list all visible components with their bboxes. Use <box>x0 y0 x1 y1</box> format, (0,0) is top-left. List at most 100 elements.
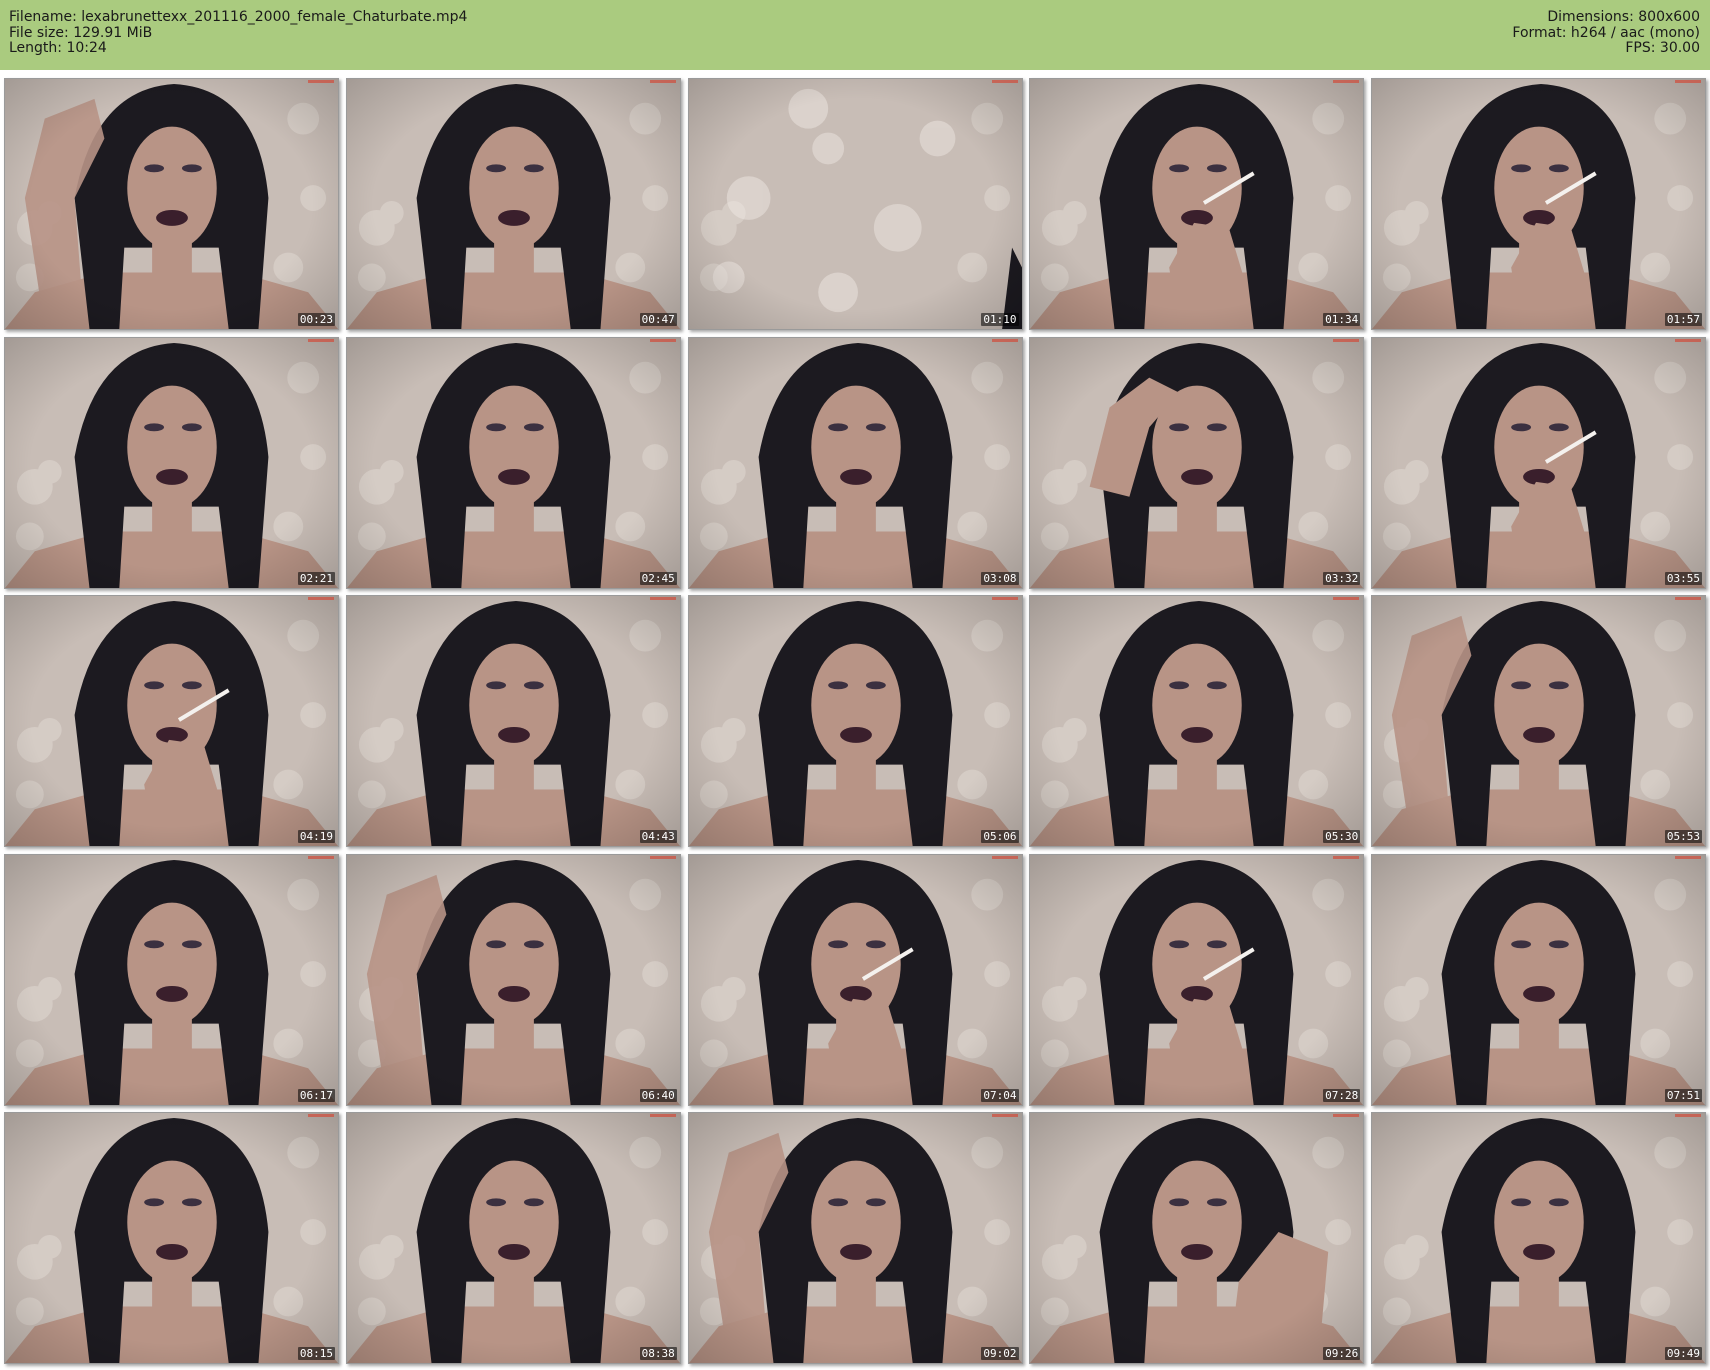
filename-text: Filename: lexabrunettexx_201116_2000_fem… <box>9 9 468 25</box>
frame-image <box>5 79 338 329</box>
watermark-mark <box>1675 1114 1701 1117</box>
watermark-mark <box>991 855 1018 859</box>
video-thumbnail: 07:28 <box>1029 853 1365 1106</box>
timestamp-label: 05:53 <box>1664 830 1702 843</box>
watermark-mark <box>308 1114 334 1117</box>
video-thumbnail: 00:23 <box>4 78 339 330</box>
frame-image <box>1372 854 1705 1105</box>
video-thumbnail: 08:15 <box>4 1112 339 1364</box>
watermark-mark <box>649 338 676 342</box>
watermark-mark <box>991 597 1018 600</box>
video-thumbnail: 05:53 <box>1371 595 1706 847</box>
timestamp-label: 00:23 <box>297 313 335 326</box>
timestamp-label: 01:57 <box>1664 313 1702 326</box>
timestamp-label: 07:28 <box>1323 1088 1361 1102</box>
watermark-mark <box>1333 1114 1360 1117</box>
watermark-mark <box>1333 80 1360 83</box>
watermark-mark <box>308 855 334 859</box>
timestamp-label: 03:08 <box>981 571 1019 585</box>
timestamp-label: 05:30 <box>1323 830 1361 843</box>
timestamp-label: 01:34 <box>1323 313 1361 326</box>
video-thumbnail: 01:10 <box>687 78 1023 330</box>
video-thumbnail: 09:02 <box>687 1112 1023 1364</box>
video-thumbnail: 03:55 <box>1371 336 1706 589</box>
timestamp-label: 02:21 <box>297 571 335 585</box>
timestamp-label: 03:32 <box>1323 571 1361 585</box>
filesize-text: File size: 129.91 MiB <box>9 24 153 41</box>
length-text: Length: 10:24 <box>9 40 107 56</box>
frame-image <box>346 337 680 588</box>
watermark-mark <box>1675 338 1701 342</box>
frame-image <box>688 1113 1022 1363</box>
timestamp-label: 07:51 <box>1664 1088 1702 1102</box>
watermark-mark <box>1333 855 1360 859</box>
timestamp-label: 04:43 <box>639 830 677 843</box>
frame-image <box>688 596 1022 846</box>
video-thumbnail: 02:45 <box>345 336 681 589</box>
timestamp-label: 09:49 <box>1664 1347 1702 1360</box>
video-thumbnail: 03:32 <box>1029 336 1365 589</box>
frame-image <box>346 854 680 1105</box>
watermark-mark <box>1333 338 1360 342</box>
watermark-mark <box>1675 80 1701 83</box>
fps-text: FPS: 30.00 <box>1625 40 1700 56</box>
watermark-mark <box>649 80 676 83</box>
frame-image <box>346 596 680 846</box>
watermark-mark <box>649 597 676 600</box>
timestamp-label: 08:38 <box>639 1347 677 1360</box>
watermark-mark <box>308 338 334 342</box>
video-thumbnail: 00:47 <box>345 78 681 330</box>
stream-info: Dimensions: 800x600 Format: h264 / aac (… <box>1512 9 1700 57</box>
frame-image <box>1030 1113 1364 1363</box>
timestamp-label: 04:19 <box>297 830 335 843</box>
watermark-mark <box>1675 597 1701 600</box>
thumbnail-grid: 00:23 00:47 01:10 01:34 01:57 02:21 02:4… <box>4 78 1706 1364</box>
timestamp-label: 02:45 <box>639 571 677 585</box>
video-thumbnail: 06:40 <box>345 853 681 1106</box>
watermark-mark <box>991 1114 1018 1117</box>
frame-image <box>346 79 680 329</box>
frame-image <box>1030 854 1364 1105</box>
frame-image <box>5 1113 338 1363</box>
video-thumbnail: 07:04 <box>687 853 1023 1106</box>
frame-image <box>1030 596 1364 846</box>
frame-image <box>5 854 338 1105</box>
watermark-mark <box>308 597 334 600</box>
timestamp-label: 00:47 <box>639 313 677 326</box>
frame-image <box>688 79 1022 329</box>
video-thumbnail: 02:21 <box>4 336 339 589</box>
frame-image <box>688 854 1022 1105</box>
video-thumbnail: 01:34 <box>1029 78 1365 330</box>
watermark-mark <box>991 80 1018 83</box>
watermark-mark <box>1333 597 1360 600</box>
frame-image <box>1372 1113 1705 1363</box>
frame-image <box>688 337 1022 588</box>
timestamp-label: 03:55 <box>1664 571 1702 585</box>
video-thumbnail: 04:19 <box>4 595 339 847</box>
frame-image <box>346 1113 680 1363</box>
video-thumbnail: 04:43 <box>345 595 681 847</box>
timestamp-label: 08:15 <box>297 1347 335 1360</box>
dimensions-text: Dimensions: 800x600 <box>1547 9 1700 25</box>
info-header: Filename: lexabrunettexx_201116_2000_fem… <box>0 0 1710 70</box>
frame-image <box>1372 337 1705 588</box>
timestamp-label: 09:26 <box>1323 1347 1361 1360</box>
timestamp-label: 06:40 <box>639 1088 677 1102</box>
frame-image <box>5 337 338 588</box>
video-thumbnail: 05:06 <box>687 595 1023 847</box>
timestamp-label: 06:17 <box>297 1088 335 1102</box>
frame-image <box>1372 596 1705 846</box>
video-thumbnail: 06:17 <box>4 853 339 1106</box>
frame-image <box>5 596 338 846</box>
frame-image <box>1372 79 1705 329</box>
watermark-mark <box>308 80 334 83</box>
watermark-mark <box>649 855 676 859</box>
video-thumbnail: 09:49 <box>1371 1112 1706 1364</box>
video-thumbnail: 01:57 <box>1371 78 1706 330</box>
watermark-mark <box>649 1114 676 1117</box>
timestamp-label: 09:02 <box>981 1347 1019 1360</box>
file-info: Filename: lexabrunettexx_201116_2000_fem… <box>9 9 468 57</box>
watermark-mark <box>991 338 1018 342</box>
video-thumbnail: 03:08 <box>687 336 1023 589</box>
frame-image <box>1030 337 1364 588</box>
